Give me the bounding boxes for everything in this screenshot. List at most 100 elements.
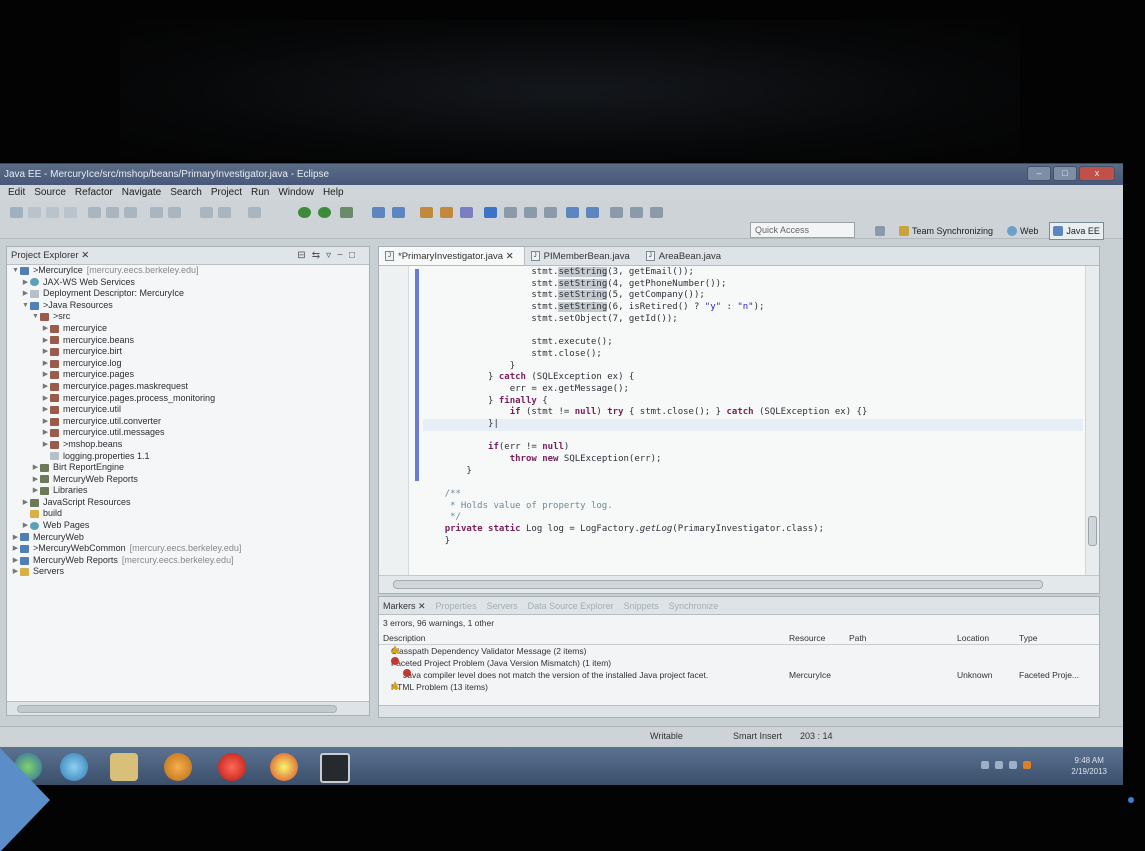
project-explorer-title[interactable]: Project Explorer ✕ [11, 250, 89, 261]
save-icon[interactable] [28, 207, 41, 218]
forward-nav-icon[interactable] [650, 207, 663, 218]
stop-icon[interactable] [218, 207, 231, 218]
column-path[interactable]: Path [849, 633, 867, 643]
menu-edit[interactable]: Edit [8, 185, 25, 201]
notification-icon[interactable] [1023, 761, 1031, 769]
tab-servers[interactable]: Servers [487, 597, 518, 614]
annotation-next-icon[interactable] [566, 207, 579, 218]
new-class-icon[interactable] [420, 207, 433, 218]
collapsed-twisty-icon[interactable]: ▶ [41, 358, 50, 370]
forward-icon[interactable] [150, 207, 163, 218]
toggle-block-icon[interactable] [524, 207, 537, 218]
tree-item[interactable]: ▶ MercuryWeb Reports [7, 474, 369, 486]
last-edit-icon[interactable] [610, 207, 623, 218]
tree-item[interactable]: ▶ mercuryice.util [7, 404, 369, 416]
code-line[interactable] [423, 325, 1083, 337]
collapsed-twisty-icon[interactable]: ▶ [11, 566, 20, 578]
tree-item[interactable]: ▶ mercuryice.pages.maskrequest [7, 381, 369, 393]
code-line[interactable]: err = ex.getMessage(); [423, 384, 1083, 396]
explorer-scroll-thumb[interactable] [17, 705, 337, 713]
tree-item[interactable]: ▶ Web Pages [7, 520, 369, 532]
tree-item[interactable]: ▶ mercuryice.pages.process_monitoring [7, 393, 369, 405]
back-nav-icon[interactable] [630, 207, 643, 218]
code-line[interactable]: stmt.setString(4, getPhoneNumber()); [423, 278, 1083, 291]
column-resource[interactable]: Resource [789, 633, 825, 643]
collapsed-twisty-icon[interactable]: ▶ [41, 416, 50, 428]
tree-item[interactable]: ▼ >src [7, 311, 369, 323]
tree-item[interactable]: build [7, 508, 369, 520]
save-all-icon[interactable] [46, 207, 59, 218]
collapsed-twisty-icon[interactable]: ▶ [41, 369, 50, 381]
quick-access-input[interactable]: Quick Access [750, 222, 855, 238]
column-description[interactable]: Description [383, 633, 426, 643]
tree-item[interactable]: ▶ Servers [7, 566, 369, 578]
tab-primary-investigator[interactable]: J *PrimaryInvestigator.java ✕ [379, 247, 525, 265]
volume-icon[interactable] [1009, 761, 1017, 769]
tree-item[interactable]: ▶ mercuryice.pages [7, 369, 369, 381]
collapsed-twisty-icon[interactable]: ▶ [21, 520, 30, 532]
code-line[interactable]: stmt.close(); [423, 349, 1083, 361]
show-whitespace-icon[interactable] [544, 207, 557, 218]
menu-source[interactable]: Source [34, 185, 66, 201]
tab-properties[interactable]: Properties [436, 597, 477, 614]
expanded-twisty-icon[interactable]: ▼ [31, 311, 40, 323]
open-type-icon[interactable] [440, 207, 453, 218]
clock[interactable]: 9:48 AM 2/19/2013 [1071, 755, 1107, 777]
minimize-view-icon[interactable]: − [337, 250, 349, 261]
tree-item[interactable]: ▼ >MercuryIce [mercury.eecs.berkeley.edu] [7, 265, 369, 277]
expanded-twisty-icon[interactable]: ▼ [21, 300, 30, 312]
search-files-icon[interactable] [484, 207, 497, 218]
collapsed-twisty-icon[interactable]: ▶ [11, 555, 20, 567]
code-line[interactable] [423, 431, 1083, 443]
tree-item[interactable]: ▶ mercuryice.util.converter [7, 416, 369, 428]
collapsed-twisty-icon[interactable]: ▶ [41, 393, 50, 405]
editor-vscroll-thumb[interactable] [1088, 516, 1097, 546]
editor-horizontal-scrollbar[interactable] [379, 575, 1099, 593]
menu-project[interactable]: Project [211, 185, 242, 201]
tree-item[interactable]: ▶ mercuryice.beans [7, 335, 369, 347]
column-type[interactable]: Type [1019, 633, 1037, 643]
view-menu-icon[interactable]: ▿ [326, 250, 337, 261]
tree-item[interactable]: ▶ >mshop.beans [7, 439, 369, 451]
tree-item[interactable]: ▶ JavaScript Resources [7, 497, 369, 509]
tree-item[interactable]: ▶ Deployment Descriptor: MercuryIce [7, 288, 369, 300]
marker-row[interactable]: HTML Problem (13 items) [379, 681, 1099, 693]
collapsed-twisty-icon[interactable]: ▶ [31, 474, 40, 486]
menu-refactor[interactable]: Refactor [75, 185, 113, 201]
menu-window[interactable]: Window [278, 185, 314, 201]
tab-markers[interactable]: Markers ✕ [383, 597, 426, 614]
code-line[interactable]: stmt.setObject(7, getId()); [423, 314, 1083, 326]
tree-item[interactable]: ▶ mercuryice.birt [7, 346, 369, 358]
collapsed-twisty-icon[interactable]: ▶ [41, 335, 50, 347]
code-line[interactable]: if(err != null) [423, 442, 1083, 454]
marker-row[interactable]: Java compiler level does not match the v… [379, 669, 1099, 681]
editor-vertical-scrollbar[interactable] [1085, 266, 1099, 575]
tree-item[interactable]: ▶ JAX-WS Web Services [7, 277, 369, 289]
chrome-icon[interactable] [270, 753, 298, 781]
tab-synchronize[interactable]: Synchronize [669, 597, 719, 614]
tree-item[interactable]: ▶ mercuryice.log [7, 358, 369, 370]
code-line[interactable]: */ [423, 512, 1083, 524]
code-line[interactable]: } [423, 536, 1083, 548]
code-line[interactable]: if (stmt != null) try { stmt.close(); } … [423, 407, 1083, 419]
column-location[interactable]: Location [957, 633, 989, 643]
editor-hscroll-thumb[interactable] [393, 580, 1043, 589]
explorer-horizontal-scrollbar[interactable] [7, 701, 369, 715]
print-icon[interactable] [64, 207, 77, 218]
run-external-icon[interactable] [340, 207, 353, 218]
new-package-icon[interactable] [392, 207, 405, 218]
code-line[interactable]: stmt.setString(5, getCompany()); [423, 290, 1083, 302]
collapse-all-icon[interactable]: ⊟ [297, 250, 311, 261]
pause-icon[interactable] [200, 207, 213, 218]
marker-row[interactable]: Classpath Dependency Validator Message (… [379, 645, 1099, 657]
code-area[interactable]: stmt.setString(3, getEmail()); stmt.setS… [423, 267, 1083, 548]
tree-item[interactable]: logging.properties 1.1 [7, 451, 369, 463]
minimize-button[interactable]: – [1027, 166, 1051, 181]
code-line[interactable]: stmt.setString(6, isRetired() ? "y" : "n… [423, 302, 1083, 314]
tree-item[interactable]: ▶ MercuryWeb [7, 532, 369, 544]
collapsed-twisty-icon[interactable]: ▶ [41, 346, 50, 358]
collapsed-twisty-icon[interactable]: ▶ [21, 277, 30, 289]
code-line[interactable]: throw new SQLException(err); [423, 454, 1083, 466]
media-player-icon[interactable] [164, 753, 192, 781]
annotation-previous-icon[interactable] [586, 207, 599, 218]
